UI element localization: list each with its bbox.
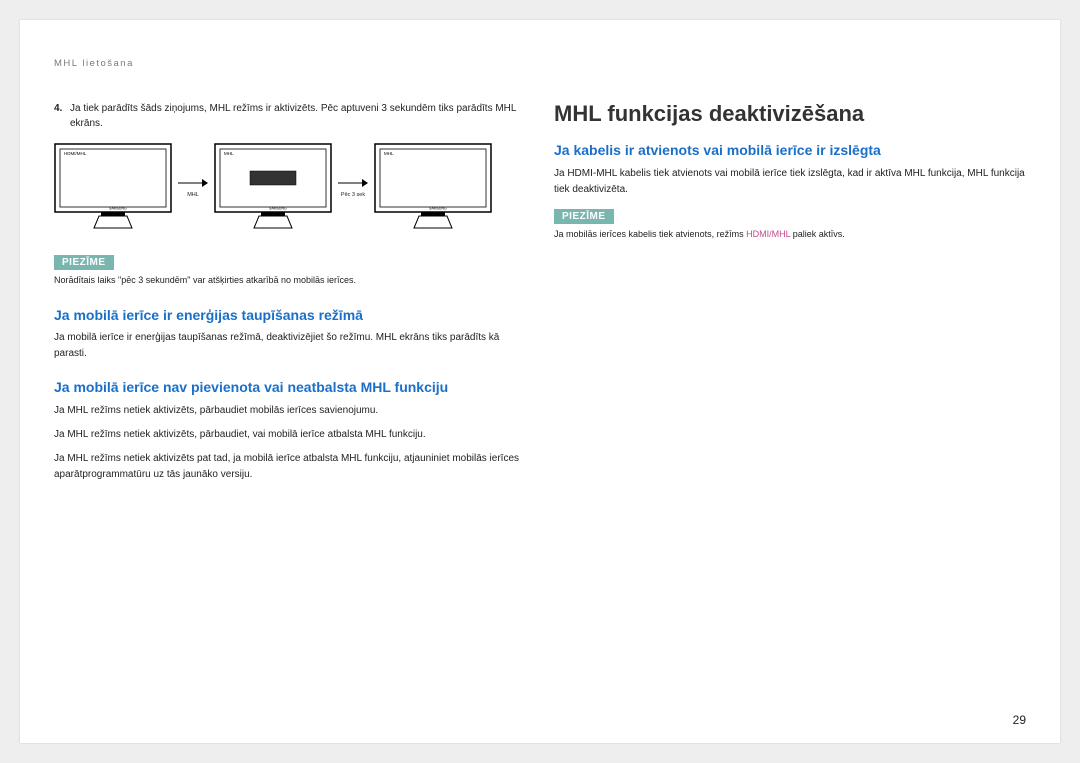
svg-text:SAMSUNG: SAMSUNG bbox=[109, 207, 127, 211]
content-columns: 4. Ja tiek parādīts šāds ziņojums, MHL r… bbox=[54, 101, 1026, 491]
body-nc-2: Ja MHL režīms netiek aktivizēts, pārbaud… bbox=[54, 427, 526, 443]
arrow-1-label: MHL bbox=[178, 192, 208, 198]
body-nc-1: Ja MHL režīms netiek aktivizēts, pārbaud… bbox=[54, 403, 526, 419]
monitor-2: MHL SAMSUNG bbox=[214, 143, 332, 234]
monitor-3: MHL SAMSUNG bbox=[374, 143, 492, 234]
note-badge-right: PIEZĪME bbox=[554, 209, 614, 224]
page-number: 29 bbox=[1013, 713, 1026, 727]
note-badge-left: PIEZĪME bbox=[54, 255, 114, 270]
svg-text:SAMSUNG: SAMSUNG bbox=[269, 207, 287, 211]
section-heading: MHL funkcijas deaktivizēšana bbox=[554, 101, 1026, 127]
note-text-right: Ja mobilās ierīces kabelis tiek atvienot… bbox=[554, 228, 1026, 242]
sub-heading-cable: Ja kabelis ir atvienots vai mobilā ierīc… bbox=[554, 141, 1026, 160]
sub-heading-energy: Ja mobilā ierīce ir enerģijas taupīšanas… bbox=[54, 306, 526, 325]
body-cable: Ja HDMI-MHL kabelis tiek atvienots vai m… bbox=[554, 166, 1026, 198]
left-column: 4. Ja tiek parādīts šāds ziņojums, MHL r… bbox=[54, 101, 526, 491]
arrow-2: Pēc 3 sek bbox=[338, 178, 368, 198]
body-nc-3: Ja MHL režīms netiek aktivizēts pat tad,… bbox=[54, 451, 526, 483]
svg-text:SAMSUNG: SAMSUNG bbox=[429, 207, 447, 211]
monitor-3-label: MHL bbox=[384, 151, 394, 156]
note-right-pre: Ja mobilās ierīces kabelis tiek atvienot… bbox=[554, 229, 746, 239]
breadcrumb: MHL lietošana bbox=[54, 58, 1026, 69]
arrow-2-label: Pēc 3 sek bbox=[338, 192, 368, 198]
arrow-1: MHL bbox=[178, 178, 208, 198]
item-text: Ja tiek parādīts šāds ziņojums, MHL režī… bbox=[70, 101, 526, 131]
document-page: MHL lietošana 4. Ja tiek parādīts šāds z… bbox=[20, 20, 1060, 743]
item-number: 4. bbox=[54, 101, 70, 131]
sub-heading-not-connected: Ja mobilā ierīce nav pievienota vai neat… bbox=[54, 378, 526, 397]
right-column: MHL funkcijas deaktivizēšana Ja kabelis … bbox=[554, 101, 1026, 491]
note-right-post: paliek aktīvs. bbox=[790, 229, 845, 239]
body-energy: Ja mobilā ierīce ir enerģijas taupīšanas… bbox=[54, 330, 526, 362]
note-right-pink: HDMI/MHL bbox=[746, 229, 790, 239]
monitor-diagram: HDMI/MHL SAMSUNG MHL bbox=[54, 143, 526, 234]
monitor-1: HDMI/MHL SAMSUNG bbox=[54, 143, 172, 234]
numbered-item: 4. Ja tiek parādīts šāds ziņojums, MHL r… bbox=[54, 101, 526, 131]
monitor-2-label: MHL bbox=[224, 151, 234, 156]
monitor-1-label: HDMI/MHL bbox=[64, 151, 87, 156]
note-text-left: Norādītais laiks "pēc 3 sekundēm" var at… bbox=[54, 274, 526, 288]
